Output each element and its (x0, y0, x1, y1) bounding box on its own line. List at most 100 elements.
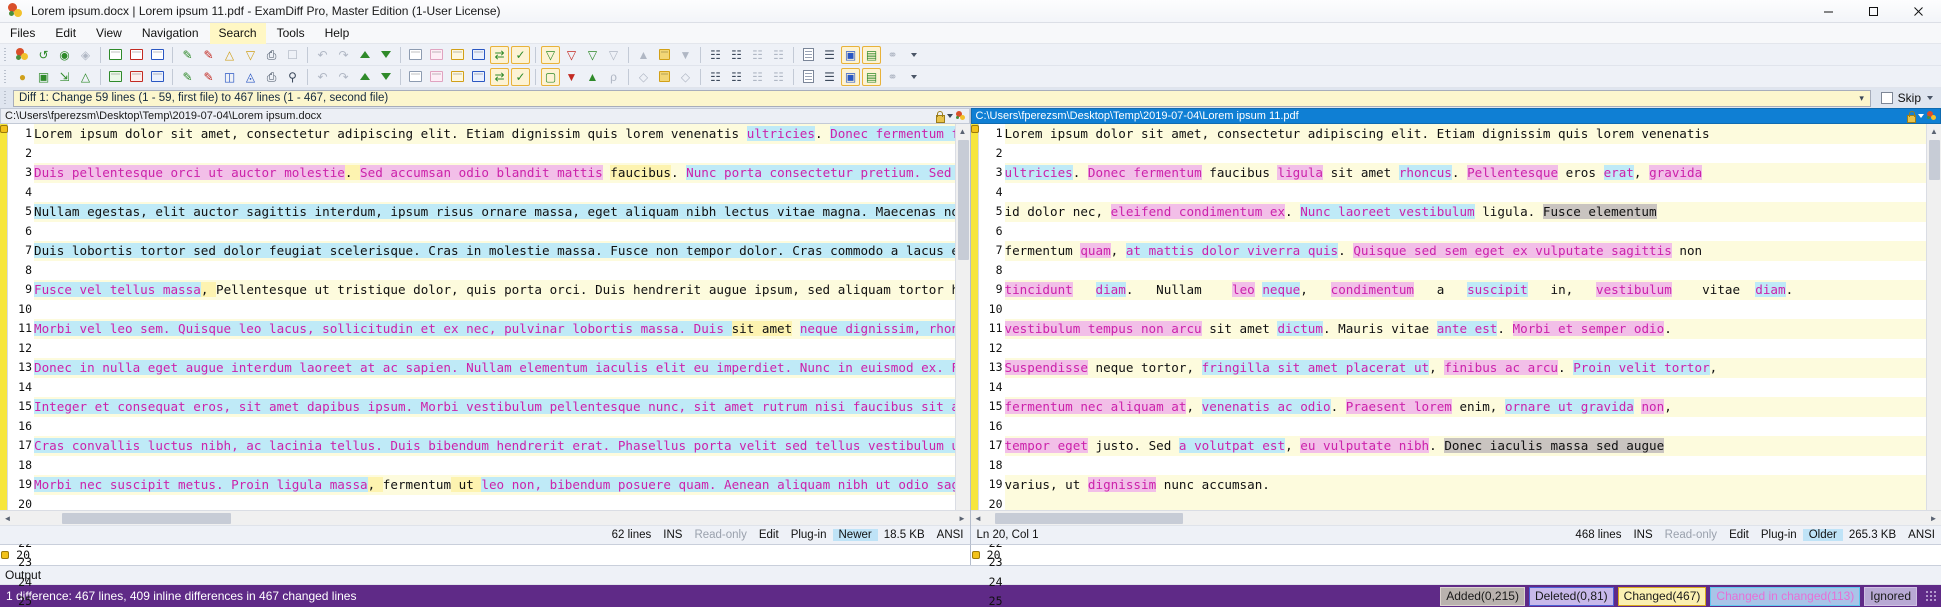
report-html-icon-2[interactable]: ▣ (841, 67, 860, 86)
toolbar-grip[interactable] (2, 46, 9, 63)
right-hscroll-track[interactable] (986, 512, 1927, 524)
code-line[interactable]: Morbi vel leo sem. Quisque leo lacus, so… (34, 319, 955, 339)
right-plugin-state[interactable]: Plug-in (1755, 529, 1803, 541)
shield-dropdown-icon[interactable] (904, 46, 923, 64)
report-html-icon[interactable]: ▣ (841, 45, 860, 64)
code-line[interactable]: Suspendisse neque tortor, fringilla sit … (1004, 358, 1926, 378)
minimize-button[interactable] (1806, 0, 1851, 23)
report-plain-icon[interactable]: ☰ (820, 46, 839, 64)
code-line[interactable]: fermentum quam, at mattis dolor viverra … (1004, 241, 1926, 261)
shield-icon-2[interactable]: ⚭ (883, 68, 902, 86)
filter-1-icon[interactable]: ▽ (541, 45, 560, 64)
code-line[interactable] (1005, 378, 1927, 398)
left-hscroll-thumb[interactable] (61, 512, 232, 524)
code-line[interactable]: tincidunt diam. Nullam leo neque, condim… (1004, 280, 1926, 300)
code-line[interactable]: Fusce vel tellus massa, Pellentesque ut … (34, 280, 955, 300)
edit-mode-left-icon[interactable]: ✎ (178, 68, 197, 86)
report-xml-icon-2[interactable]: ▤ (862, 67, 881, 86)
code-line[interactable] (1005, 300, 1927, 320)
scroll-right-icon[interactable]: ► (1926, 514, 1941, 523)
legend-changed[interactable]: Changed(467) (1617, 586, 1707, 606)
code-line[interactable]: Nullam egestas, elit auctor sagittis int… (34, 202, 955, 222)
open-left-file-icon[interactable] (106, 46, 125, 64)
edit-left-icon[interactable]: ✎ (178, 46, 197, 64)
diff-selector-combobox[interactable]: Diff 1: Change 59 lines (1 - 59, first f… (13, 89, 1871, 107)
chevron-down-icon[interactable]: ▾ (1854, 91, 1870, 106)
code-line[interactable] (34, 417, 955, 437)
left-edit-state[interactable]: Edit (753, 529, 785, 541)
left-hscroll-track[interactable] (15, 512, 955, 524)
prev-diff-icon[interactable] (355, 46, 374, 64)
yellow-view-icon[interactable] (448, 68, 467, 86)
resize-grip-icon[interactable] (1925, 589, 1938, 603)
redo-icon[interactable]: ↷ (334, 46, 353, 64)
legend-added[interactable]: Added(0,215) (1440, 586, 1525, 606)
code-line[interactable] (34, 495, 955, 511)
legend-changed-in-changed[interactable]: Changed in changed(113) (1710, 586, 1861, 606)
menu-tools[interactable]: Tools (268, 23, 314, 44)
code-line[interactable] (34, 300, 955, 320)
code-line[interactable] (1005, 261, 1927, 281)
save-file-both-icon[interactable] (148, 68, 167, 86)
output-panel-header[interactable]: Output (0, 565, 1941, 584)
menu-navigation[interactable]: Navigation (133, 23, 208, 44)
open-pair-icon[interactable] (148, 46, 167, 64)
code-line[interactable] (1005, 222, 1927, 242)
zoom-icon[interactable]: ⚲ (283, 68, 302, 86)
right-hscroll-thumb[interactable] (994, 512, 1183, 524)
save-left-icon[interactable]: ● (13, 68, 32, 86)
view-sync-icon[interactable]: ⇄ (490, 45, 509, 64)
shield-dropdown-icon-2[interactable] (904, 68, 923, 86)
save-file-right-icon[interactable] (127, 68, 146, 86)
save-file-left-icon[interactable] (106, 68, 125, 86)
view-side-by-side-icon[interactable] (469, 46, 488, 64)
binocular-pair-icon[interactable]: ☷ (706, 68, 725, 86)
filter-4-icon[interactable]: ▽ (604, 46, 623, 64)
save-both-icon[interactable]: ⇲ (55, 68, 74, 86)
lock-icon[interactable] (1906, 111, 1916, 123)
view-check-icon[interactable]: ✓ (511, 45, 530, 64)
code-line[interactable]: Cras convallis luctus nibh, ac lacinia t… (34, 436, 955, 456)
scroll-up-icon[interactable]: ▲ (955, 124, 970, 139)
left-plugin-state[interactable]: Plug-in (785, 529, 833, 541)
redo-icon-2[interactable]: ↷ (334, 68, 353, 86)
right-file-path-header[interactable]: C:\Users\fperezsm\Desktop\Temp\2019-07-0… (970, 108, 1941, 124)
left-code-scroll[interactable]: Lorem ipsum dolor sit amet, consectetur … (34, 124, 955, 510)
lower-right-strip[interactable]: 20 (970, 544, 1941, 565)
edit-mode-right-icon[interactable]: ✎ (199, 68, 218, 86)
code-line[interactable] (1005, 183, 1927, 203)
unlock-sync-icon[interactable]: ◬ (241, 68, 260, 86)
left-code[interactable]: Lorem ipsum dolor sit amet, consectetur … (34, 124, 955, 510)
compare-rerun-icon[interactable]: ◈ (76, 46, 95, 64)
code-line[interactable] (34, 261, 955, 281)
reload-both-icon[interactable]: △ (76, 68, 95, 86)
menu-help[interactable]: Help (316, 23, 359, 44)
next-change-icon[interactable] (376, 68, 395, 86)
scroll-left-icon[interactable]: ◄ (0, 514, 15, 523)
blank-view-icon[interactable] (406, 68, 425, 86)
left-change-bar[interactable] (0, 124, 8, 510)
undo-icon[interactable]: ↶ (313, 46, 332, 64)
lock-icon[interactable] (935, 111, 945, 123)
print-icon[interactable]: ⎙ (262, 46, 281, 64)
undo-icon-2[interactable]: ↶ (313, 68, 332, 86)
sync-scroll-icon[interactable]: ⇄ (490, 67, 509, 86)
compare-directories-icon[interactable]: ◉ (55, 46, 74, 64)
bookmark-icon[interactable] (655, 46, 674, 64)
filter-3-icon[interactable]: ▽ (583, 46, 602, 64)
code-line[interactable]: Lorem ipsum dolor sit amet, consectetur … (1004, 124, 1926, 144)
code-line[interactable] (34, 144, 955, 164)
bookmark-clear-icon[interactable]: ▼ (562, 68, 581, 86)
code-line[interactable]: fermentum nec aliquam at, venenatis ac o… (1004, 397, 1926, 417)
edit-right-icon[interactable]: ✎ (199, 46, 218, 64)
lock-sync-icon[interactable]: ◫ (220, 68, 239, 86)
caret-down-icon[interactable] (946, 114, 953, 118)
code-line[interactable]: vestibulum tempus non arcu sit amet dict… (1004, 319, 1926, 339)
caret-down-icon[interactable] (1918, 114, 1924, 118)
binocular-last-icon[interactable]: ☷ (769, 46, 788, 64)
right-code-scroll[interactable]: Lorem ipsum dolor sit amet, consectetur … (1004, 124, 1927, 510)
scroll-right-icon[interactable]: ► (955, 514, 970, 523)
close-button[interactable] (1896, 0, 1941, 23)
scroll-left-icon[interactable]: ◄ (971, 514, 986, 523)
diffbar-grip[interactable] (2, 90, 9, 106)
